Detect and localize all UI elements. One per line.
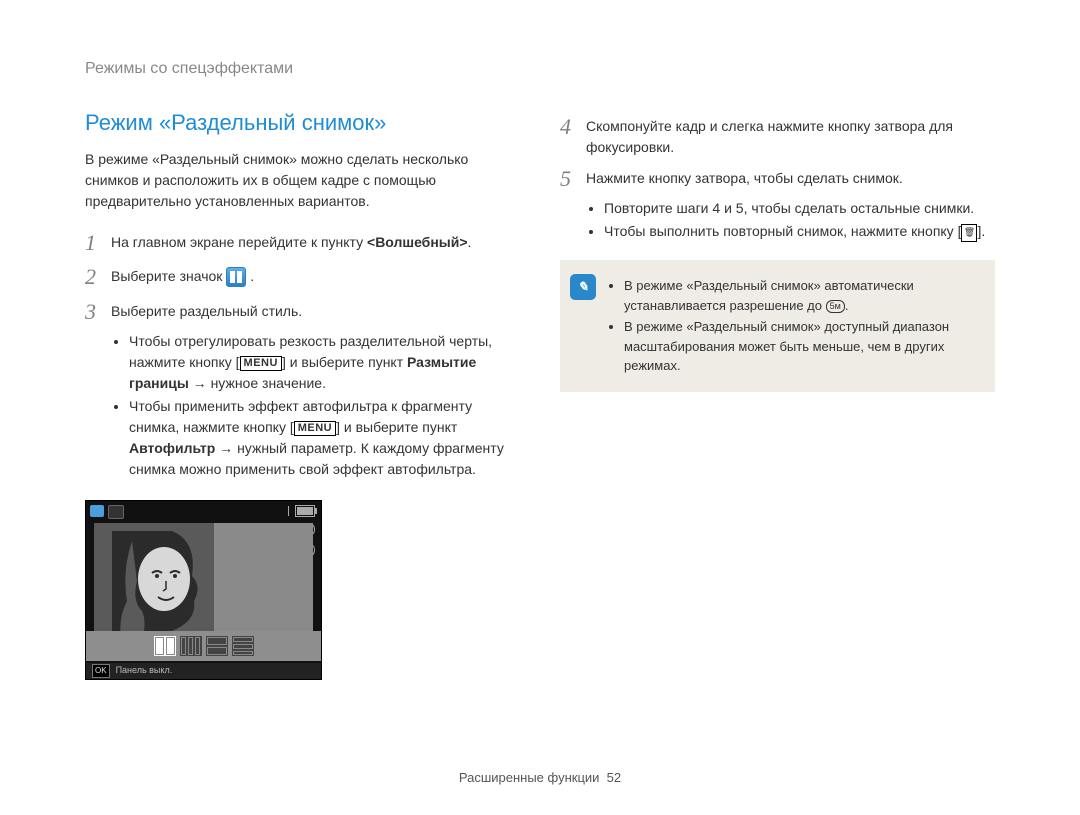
page-title: Режим «Раздельный снимок» — [85, 106, 520, 139]
step-number: 5 — [560, 166, 586, 192]
list-item: Чтобы выполнить повторный снимок, нажмит… — [604, 221, 995, 242]
intro-text: В режиме «Раздельный снимок» можно сдела… — [85, 149, 520, 212]
step-5-bullets: Повторите шаги 4 и 5, чтобы сделать оста… — [586, 198, 995, 242]
step-1-text-post: . — [468, 234, 472, 250]
step-5-text: Нажмите кнопку затвора, чтобы сделать сн… — [586, 166, 995, 192]
note-icon: ✎ — [570, 274, 596, 300]
step-2-text-post: . — [250, 268, 254, 284]
layout-option — [180, 636, 202, 656]
list-item: В режиме «Раздельный снимок» доступный д… — [624, 317, 979, 376]
resolution-icon: 5м — [826, 300, 845, 313]
list-item: Чтобы применить эффект автофильтра к фра… — [129, 396, 520, 480]
camera-footer-label: Панель выкл. — [116, 664, 173, 678]
step-4: 4 Скомпонуйте кадр и слегка нажмите кноп… — [560, 114, 995, 158]
step-2: 2 Выберите значок . — [85, 264, 520, 290]
footer-page-number: 52 — [607, 770, 621, 785]
step-number: 2 — [85, 264, 111, 290]
page-footer: Расширенные функции 52 — [85, 770, 995, 785]
step-number: 1 — [85, 230, 111, 256]
step-3-bullets: Чтобы отрегулировать резкость разделител… — [111, 331, 520, 480]
breadcrumb: Режимы со спецэффектами — [85, 60, 995, 78]
mode-icon — [108, 505, 124, 519]
list-item: Повторите шаги 4 и 5, чтобы сделать оста… — [604, 198, 995, 219]
menu-button-label: MENU — [240, 356, 282, 371]
menu-button-label: MENU — [294, 421, 336, 436]
step-2-text-pre: Выберите значок — [111, 268, 226, 284]
camera-preview-illustration: 5м ✦ — [85, 500, 322, 680]
step-3: 3 Выберите раздельный стиль. — [85, 299, 520, 325]
divider-icon — [288, 506, 289, 516]
step-5: 5 Нажмите кнопку затвора, чтобы сделать … — [560, 166, 995, 192]
step-3-text: Выберите раздельный стиль. — [111, 299, 520, 325]
layout-option — [232, 636, 254, 656]
face-illustration — [112, 531, 212, 641]
layout-strip — [86, 631, 321, 661]
left-column: Режим «Раздельный снимок» В режиме «Разд… — [85, 106, 520, 770]
layout-option — [206, 636, 228, 656]
right-column: 4 Скомпонуйте кадр и слегка нажмите кноп… — [560, 106, 995, 770]
step-number: 4 — [560, 114, 586, 158]
step-4-text: Скомпонуйте кадр и слегка нажмите кнопку… — [586, 114, 995, 158]
step-1-text-pre: На главном экране перейдите к пункту — [111, 234, 367, 250]
step-1: 1 На главном экране перейдите к пункту <… — [85, 230, 520, 256]
list-item: Чтобы отрегулировать резкость разделител… — [129, 331, 520, 394]
mode-icon — [90, 505, 104, 517]
footer-section: Расширенные функции — [459, 770, 600, 785]
split-shot-icon — [226, 267, 246, 287]
layout-option — [154, 636, 176, 656]
battery-icon — [295, 505, 315, 517]
step-number: 3 — [85, 299, 111, 325]
list-item: В режиме «Раздельный снимок» автоматичес… — [624, 276, 979, 315]
step-1-bold: <Волшебный> — [367, 234, 468, 250]
ok-button-label: OK — [92, 664, 110, 678]
trash-icon: 🗑 — [961, 224, 977, 242]
note-box: ✎ В режиме «Раздельный снимок» автоматич… — [560, 260, 995, 392]
